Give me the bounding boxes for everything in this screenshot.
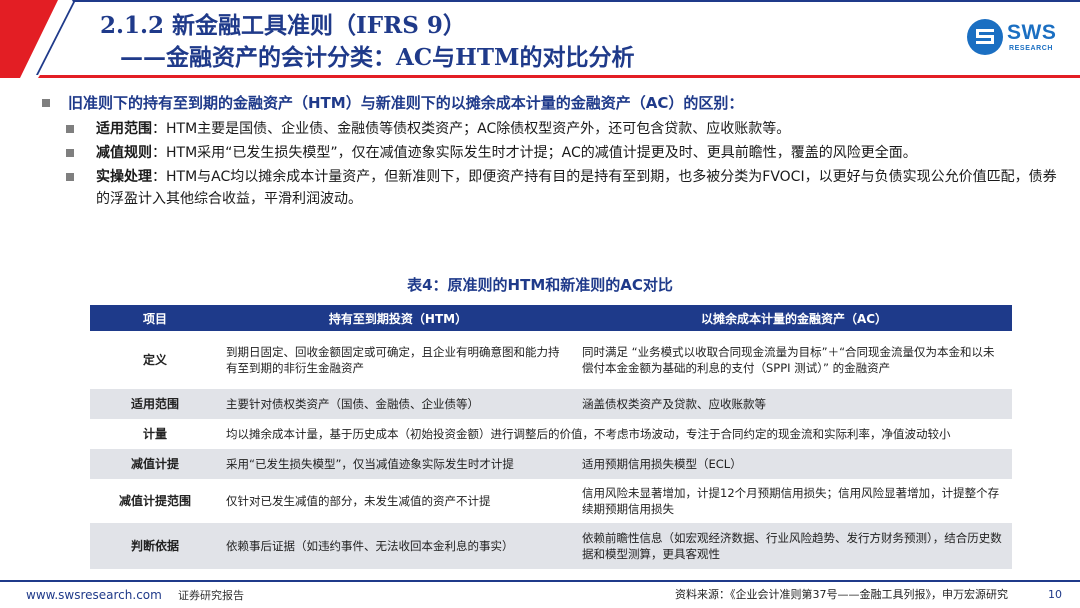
merged-cell: 均以摊余成本计量，基于历史成本（初始投资金额）进行调整后的价值，不考虑市场波动，…	[220, 419, 1012, 449]
htm-cell: 主要针对债权类资产（国债、金融债、企业债等）	[220, 389, 576, 419]
column-header: 项目	[90, 305, 220, 331]
intro-section: 旧准则下的持有至到期的金融资产（HTM）与新准则下的以摊余成本计量的金融资产（A…	[40, 92, 1060, 210]
page-title: 2.1.2 新金融工具准则（IFRS 9）	[100, 12, 466, 39]
sws-logo: SWS RESEARCH	[966, 18, 1070, 58]
htm-cell: 采用“已发生损失模型”，仅当减值迹象实际发生时才计提	[220, 449, 576, 479]
bullet-text: ：HTM主要是国债、企业债、金融债等债权类资产；AC除债权型资产外，还可包含贷款…	[152, 121, 791, 137]
bullet-square-icon	[66, 173, 74, 181]
slide-header: 2.1.2 新金融工具准则（IFRS 9） ——金融资产的会计分类：AC与HTM…	[0, 0, 1080, 78]
row-label: 适用范围	[90, 389, 220, 419]
table-row: 判断依据 依赖事后证据（如违约事件、无法收回本金利息的事实） 依赖前瞻性信息（如…	[90, 523, 1012, 569]
bullet-label: 减值规则	[96, 145, 152, 161]
main-bullet-text: 旧准则下的持有至到期的金融资产（HTM）与新准则下的以摊余成本计量的金融资产（A…	[68, 94, 744, 112]
table-row: 定义 到期日固定、回收金额固定或可确定，且企业有明确意图和能力持有至到期的非衍生…	[90, 331, 1012, 389]
table-row: 减值计提范围 仅针对已发生减值的部分，未发生减值的资产不计提 信用风险未显著增加…	[90, 479, 1012, 523]
ac-cell: 适用预期信用损失模型（ECL）	[576, 449, 1012, 479]
bullet-square-icon	[66, 149, 74, 157]
bullet-text: ：HTM与AC均以摊余成本计量资产，但新准则下，即便资产持有目的是持有至到期，也…	[96, 169, 1057, 207]
table-title: 表4：原准则的HTM和新准则的AC对比	[407, 276, 673, 294]
page-number: 10	[1048, 588, 1062, 601]
ac-cell: 涵盖债权类资产及贷款、应收账款等	[576, 389, 1012, 419]
bullet-scope: 适用范围：HTM主要是国债、企业债、金融债等债权类资产；AC除债权型资产外，还可…	[40, 118, 1060, 140]
row-label: 减值计提	[90, 449, 220, 479]
bullet-impairment: 减值规则：HTM采用“已发生损失模型”，仅在减值迹象实际发生时才计提；AC的减值…	[40, 142, 1060, 164]
website-link[interactable]: www.swsresearch.com	[26, 588, 162, 602]
sws-logo-icon	[967, 19, 1003, 55]
htm-cell: 依赖事后证据（如违约事件、无法收回本金利息的事实）	[220, 523, 576, 569]
bullet-square-icon	[66, 125, 74, 133]
row-label: 定义	[90, 331, 220, 389]
footer-divider	[0, 580, 1080, 582]
ac-cell: 依赖前瞻性信息（如宏观经济数据、行业风险趋势、发行方财务预测），结合历史数据和模…	[576, 523, 1012, 569]
table-row: 计量 均以摊余成本计量，基于历史成本（初始投资金额）进行调整后的价值，不考虑市场…	[90, 419, 1012, 449]
row-label: 计量	[90, 419, 220, 449]
bullet-text: ：HTM采用“已发生损失模型”，仅在减值迹象实际发生时才计提；AC的减值计提更及…	[152, 145, 917, 161]
bullet-label: 实操处理	[96, 169, 152, 185]
data-source: 资料来源：《企业会计准则第37号——金融工具列报》，申万宏源研究	[675, 588, 1008, 601]
table-header-row: 项目 持有至到期投资（HTM） 以摊余成本计量的金融资产（AC）	[90, 305, 1012, 331]
bullet-square-icon	[42, 99, 50, 107]
row-label: 减值计提范围	[90, 479, 220, 523]
htm-cell: 仅针对已发生减值的部分，未发生减值的资产不计提	[220, 479, 576, 523]
main-bullet: 旧准则下的持有至到期的金融资产（HTM）与新准则下的以摊余成本计量的金融资产（A…	[40, 92, 1060, 114]
bullet-label: 适用范围	[96, 121, 152, 137]
table-row: 减值计提 采用“已发生损失模型”，仅当减值迹象实际发生时才计提 适用预期信用损失…	[90, 449, 1012, 479]
ac-cell: 同时满足 “业务模式以收取合同现金流量为目标”＋“合同现金流量仅为本金和以未偿付…	[576, 331, 1012, 389]
page-subtitle: ——金融资产的会计分类：AC与HTM的对比分析	[120, 44, 635, 71]
htm-cell: 到期日固定、回收金额固定或可确定，且企业有明确意图和能力持有至到期的非衍生金融资…	[220, 331, 576, 389]
report-type: 证券研究报告	[178, 589, 244, 602]
ac-cell: 信用风险未显著增加，计提12个月预期信用损失；信用风险显著增加，计提整个存续期预…	[576, 479, 1012, 523]
column-header: 以摊余成本计量的金融资产（AC）	[576, 305, 1012, 331]
table-row: 适用范围 主要针对债权类资产（国债、金融债、企业债等） 涵盖债权类资产及贷款、应…	[90, 389, 1012, 419]
logo-subtext: RESEARCH	[1009, 45, 1054, 52]
row-label: 判断依据	[90, 523, 220, 569]
bullet-practice: 实操处理：HTM与AC均以摊余成本计量资产，但新准则下，即便资产持有目的是持有至…	[40, 166, 1060, 210]
comparison-table: 项目 持有至到期投资（HTM） 以摊余成本计量的金融资产（AC） 定义 到期日固…	[90, 305, 1012, 569]
logo-wordmark: SWS	[1007, 21, 1057, 44]
column-header: 持有至到期投资（HTM）	[220, 305, 576, 331]
